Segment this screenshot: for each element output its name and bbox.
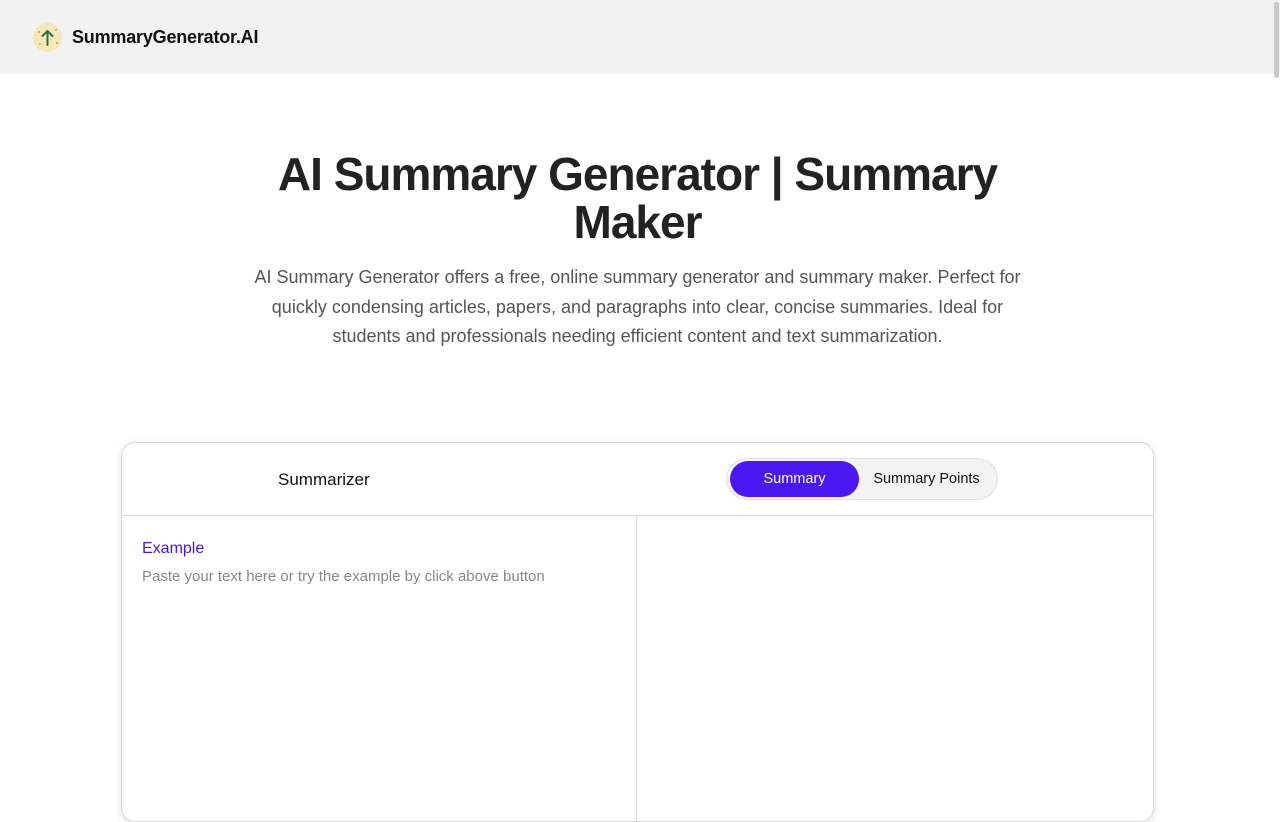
input-pane: Example	[122, 516, 637, 821]
scrollbar-thumb[interactable]	[1274, 2, 1279, 78]
example-button[interactable]: Example	[142, 540, 204, 558]
summarizer-card: Summarizer Summary Summary Points Exampl…	[121, 442, 1154, 822]
page-title: AI Summary Generator | Summary Maker	[277, 148, 998, 248]
site-header: SummaryGenerator.AI	[0, 0, 1280, 74]
output-pane	[638, 516, 1153, 821]
summarizer-header: Summarizer Summary Summary Points	[122, 443, 1153, 516]
hero-section: AI Summary Generator | Summary Maker AI …	[0, 150, 1275, 352]
brand-logo-link[interactable]: SummaryGenerator.AI	[33, 22, 259, 52]
text-input[interactable]	[142, 568, 617, 788]
page-scrollbar[interactable]	[1272, 0, 1280, 800]
page-description: AI Summary Generator offers a free, onli…	[254, 267, 1021, 346]
brand-name: SummaryGenerator.AI	[72, 26, 259, 47]
summarizer-title: Summarizer	[278, 470, 370, 489]
summarizer-body: Example	[122, 516, 1153, 821]
arrow-up-icon	[33, 22, 62, 52]
summary-mode-button[interactable]: Summary	[730, 461, 860, 497]
mode-toggle: Summary Summary Points	[726, 458, 998, 500]
summary-points-mode-button[interactable]: Summary Points	[859, 461, 994, 497]
